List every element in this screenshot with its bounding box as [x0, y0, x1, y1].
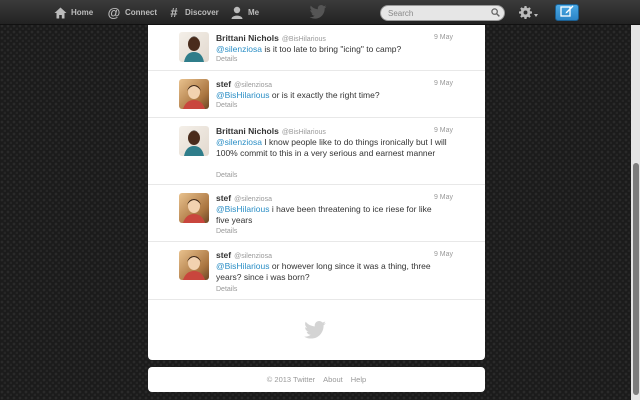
twitter-bird-icon — [304, 321, 326, 344]
mention-link[interactable]: @BisHilarious — [216, 261, 270, 271]
avatar[interactable] — [179, 250, 209, 280]
twitter-bird-icon[interactable] — [309, 5, 327, 24]
tweet-text: @BisHilarious or is it exactly the right… — [216, 90, 456, 101]
tweet-text: @silenziosa I know people like to do thi… — [216, 137, 456, 159]
avatar[interactable] — [179, 79, 209, 109]
tweet-author[interactable]: stef @silenziosa — [216, 250, 272, 260]
nav-home[interactable]: Home — [53, 0, 93, 25]
author-name: Brittani Nichols — [216, 33, 279, 43]
hashtag-icon: # — [170, 5, 178, 20]
tweet-timestamp[interactable]: 9 May — [434, 34, 453, 41]
chevron-down-icon — [534, 13, 538, 17]
scrollbar-thumb[interactable] — [633, 163, 639, 395]
details-link[interactable]: Details — [216, 228, 237, 235]
author-handle: @BisHilarious — [281, 36, 326, 43]
tweet-text: @BisHilarious or however long since it w… — [216, 261, 451, 283]
nav-me[interactable]: Me — [230, 0, 259, 25]
avatar[interactable] — [179, 193, 209, 223]
tweet-timestamp[interactable]: 9 May — [434, 80, 453, 87]
compose-tweet-button[interactable] — [555, 4, 579, 21]
details-link[interactable]: Details — [216, 56, 237, 63]
nav-connect-label: Connect — [125, 8, 157, 17]
conversation-panel: Brittani Nichols @BisHilarious 9 May @sil… — [148, 25, 485, 360]
tweet-text: @silenziosa is it too late to bring "ici… — [216, 44, 456, 55]
footer: © 2013 Twitter About Help — [148, 367, 485, 392]
tweet-author[interactable]: stef @silenziosa — [216, 193, 272, 203]
tweet-body: is it too late to bring "icing" to camp? — [261, 44, 402, 54]
nav-discover[interactable]: # Discover — [167, 0, 219, 25]
top-bar: Home @ Connect # Discover Me — [0, 0, 640, 25]
tweet-item[interactable]: stef @silenziosa 9 May @BisHilarious or h… — [148, 242, 485, 300]
author-name: stef — [216, 193, 232, 203]
nav-connect[interactable]: @ Connect — [107, 0, 157, 25]
help-link[interactable]: Help — [351, 375, 366, 384]
tweet-item[interactable]: stef @silenziosa 9 May @BisHilarious i ha… — [148, 185, 485, 242]
mention-link[interactable]: @BisHilarious — [216, 90, 270, 100]
avatar[interactable] — [179, 32, 209, 62]
nav-discover-label: Discover — [185, 8, 219, 17]
tweet-author[interactable]: Brittani Nichols @BisHilarious — [216, 126, 326, 136]
mention-link[interactable]: @BisHilarious — [216, 204, 270, 214]
author-handle: @silenziosa — [234, 196, 272, 203]
copyright-text: © 2013 Twitter — [266, 375, 316, 384]
search-icon[interactable] — [491, 4, 500, 22]
author-name: stef — [216, 79, 232, 89]
search-input[interactable] — [388, 8, 491, 18]
details-link[interactable]: Details — [216, 172, 237, 179]
tweet-timestamp[interactable]: 9 May — [434, 251, 453, 258]
search-box[interactable] — [380, 5, 505, 21]
author-name: Brittani Nichols — [216, 126, 279, 136]
author-handle: @BisHilarious — [281, 129, 326, 136]
details-link[interactable]: Details — [216, 286, 237, 293]
author-name: stef — [216, 250, 232, 260]
tweet-item[interactable]: stef @silenziosa 9 May @BisHilarious or i… — [148, 71, 485, 118]
nav-home-label: Home — [71, 8, 94, 17]
avatar[interactable] — [179, 126, 209, 156]
about-link[interactable]: About — [323, 375, 343, 384]
tweet-text: @BisHilarious i have been threatening to… — [216, 204, 446, 226]
details-link[interactable]: Details — [216, 102, 237, 109]
settings-menu-button[interactable] — [519, 6, 538, 24]
at-sign-icon: @ — [107, 5, 121, 20]
author-handle: @silenziosa — [234, 82, 272, 89]
tweet-author[interactable]: Brittani Nichols @BisHilarious — [216, 33, 326, 43]
mention-link[interactable]: @silenziosa — [216, 137, 262, 147]
author-handle: @silenziosa — [234, 253, 272, 260]
tweet-author[interactable]: stef @silenziosa — [216, 79, 272, 89]
person-icon — [230, 6, 244, 20]
tweet-item[interactable]: Brittani Nichols @BisHilarious 9 May @sil… — [148, 118, 485, 185]
compose-pencil-icon — [560, 4, 574, 22]
tweet-timestamp[interactable]: 9 May — [434, 194, 453, 201]
mention-link[interactable]: @silenziosa — [216, 44, 262, 54]
tweet-item[interactable]: Brittani Nichols @BisHilarious 9 May @sil… — [148, 25, 485, 71]
tweet-body: or is it exactly the right time? — [269, 90, 380, 100]
home-icon — [53, 6, 67, 20]
tweet-timestamp[interactable]: 9 May — [434, 127, 453, 134]
gear-icon — [519, 6, 532, 24]
nav-me-label: Me — [248, 8, 260, 17]
